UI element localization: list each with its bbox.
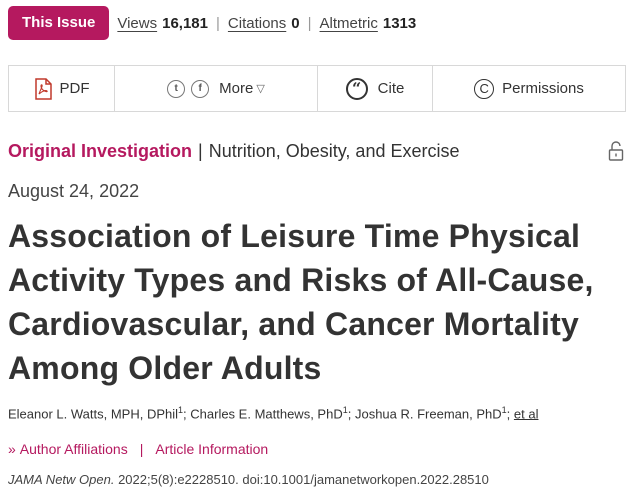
journal-name: JAMA Netw Open. (8, 472, 115, 487)
affiliation-marker: 1 (501, 405, 507, 415)
more-label: More (219, 80, 254, 97)
cite-button[interactable]: “ Cite (318, 66, 433, 111)
article-information-link[interactable]: Article Information (155, 441, 268, 457)
link-separator: | (139, 441, 144, 457)
citations-metric[interactable]: Citations 0 (228, 15, 300, 32)
altmetric-value: 1313 (382, 14, 417, 32)
affiliation-links: » Author Affiliations | Article Informat… (8, 441, 268, 457)
metrics-divider: | (307, 14, 312, 32)
article-toolbar: PDF t f More ▽ “ Cite C Permissions (8, 65, 626, 112)
citation-line: JAMA Netw Open. 2022;5(8):e2228510. doi:… (8, 472, 489, 487)
chevron-down-icon: ▽ (256, 83, 265, 95)
publication-date: August 24, 2022 (8, 181, 140, 201)
article-type[interactable]: Original Investigation (8, 141, 192, 162)
author-affiliations-link[interactable]: Author Affiliations (20, 441, 128, 457)
lock-open-icon (608, 141, 624, 166)
twitter-icon[interactable]: t (167, 79, 186, 98)
article-title: Association of Leisure Time Physical Act… (8, 218, 594, 386)
affiliation-marker: 1 (342, 405, 348, 415)
altmetric-label[interactable]: Altmetric (320, 15, 378, 32)
views-metric[interactable]: Views 16,181 (117, 15, 208, 32)
views-label[interactable]: Views (117, 15, 157, 32)
altmetric-metric[interactable]: Altmetric 1313 (320, 15, 417, 32)
permissions-label: Permissions (502, 80, 584, 97)
category-separator: | (198, 141, 203, 161)
article-category: Original Investigation | Nutrition, Obes… (8, 141, 460, 162)
author-list: Eleanor L. Watts, MPH, DPhil1; Charles E… (8, 405, 539, 422)
et-al-link[interactable]: et al (514, 406, 539, 421)
copyright-icon: C (474, 78, 495, 99)
this-issue-button[interactable]: This Issue (8, 6, 110, 40)
permissions-button[interactable]: C Permissions (433, 66, 625, 111)
metrics-divider: | (216, 14, 220, 32)
quote-icon: “ (345, 77, 368, 100)
views-value: 16,181 (162, 14, 208, 32)
metrics-bar: This Issue Views 16,181 | Citations 0 | … (8, 6, 416, 40)
affiliation-marker: 1 (178, 405, 184, 415)
citations-label[interactable]: Citations (228, 15, 286, 32)
citations-value: 0 (291, 14, 300, 32)
pdf-button[interactable]: PDF (9, 66, 115, 111)
citation-details: 2022;5(8):e2228510. doi:10.1001/jamanetw… (114, 472, 489, 487)
more-share-button[interactable]: More ▽ (219, 80, 265, 97)
facebook-icon[interactable]: f (191, 79, 210, 98)
author-link[interactable]: Charles E. Matthews, PhD (190, 406, 342, 421)
cite-label: Cite (377, 80, 405, 97)
pdf-icon (34, 77, 52, 100)
author-link[interactable]: Joshua R. Freeman, PhD (355, 406, 502, 421)
double-chevron-right-icon: » (8, 441, 16, 457)
article-topic[interactable]: Nutrition, Obesity, and Exercise (209, 141, 460, 162)
pdf-label: PDF (59, 80, 90, 97)
author-link[interactable]: Eleanor L. Watts, MPH, DPhil (8, 406, 178, 421)
share-menu: t f More ▽ (115, 66, 318, 111)
